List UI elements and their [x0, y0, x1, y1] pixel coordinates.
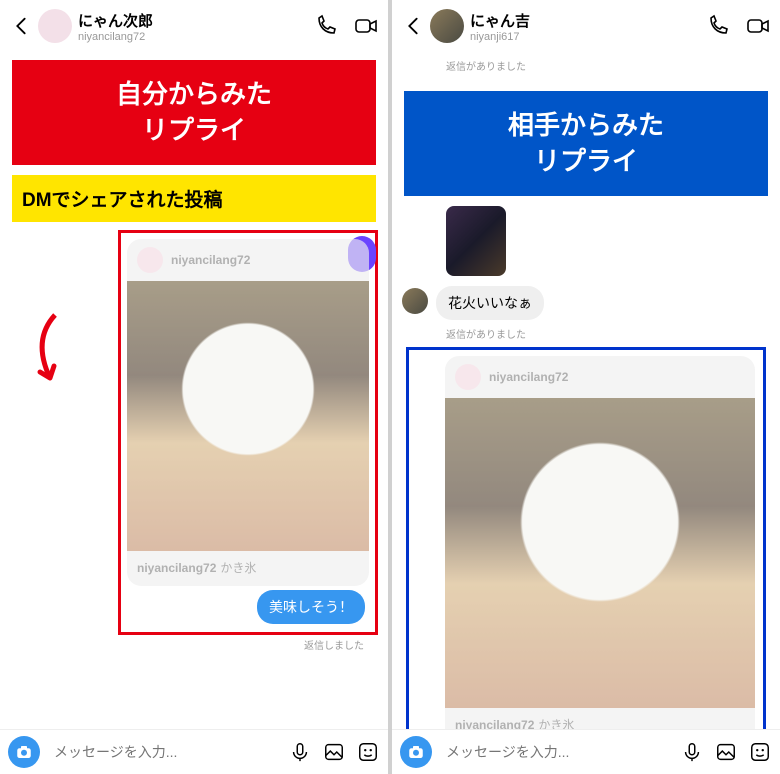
overlay-yellow: DMでシェアされた投稿	[12, 175, 376, 222]
msg-bubble-1-right[interactable]: 花火いいなぁ	[436, 286, 544, 320]
mic-icon[interactable]	[680, 740, 704, 764]
shared-post-right[interactable]: niyancilang72 niyancilang72 かき氷	[445, 356, 755, 729]
sticker-icon[interactable]	[356, 740, 380, 764]
chat-area-right: 返信がありました 相手からみた リプライ 花火いいなぁ 返信がありました niy…	[392, 52, 780, 729]
camera-button-left[interactable]	[8, 736, 40, 768]
blue-highlight-box: niyancilang72 niyancilang72かき氷 美味しそう！	[406, 347, 766, 729]
phone-icon[interactable]	[706, 14, 730, 38]
back-icon[interactable]	[10, 15, 32, 37]
avatar-right[interactable]	[430, 9, 464, 43]
red-highlight-box: niyancilang72 niyancilang72 かき氷 美味しそう！	[118, 230, 378, 635]
shared-post-caption-right: niyancilang72 かき氷	[445, 708, 755, 729]
input-icons-right	[680, 740, 772, 764]
video-icon[interactable]	[354, 14, 378, 38]
header-handle-right: niyanji617	[470, 31, 706, 43]
phone-icon[interactable]	[314, 14, 338, 38]
overlay-blue: 相手からみた リプライ	[404, 91, 768, 196]
header-icons-right	[706, 14, 770, 38]
reply-row-left: 美味しそう！	[123, 590, 365, 624]
chat-area-left: 自分からみた リプライ DMでシェアされた投稿 niyancilang72 ni…	[0, 52, 388, 729]
shared-post-handle-left: niyancilang72	[171, 253, 250, 267]
header-left: にゃん次郎 niyancilang72	[0, 0, 388, 52]
message-input-left[interactable]	[46, 738, 282, 766]
header-name-left: にゃん次郎	[78, 10, 314, 31]
status-top-right: 返信がありました	[446, 58, 770, 73]
phone-right: にゃん吉 niyanji617 返信がありました 相手からみた リプライ 花火い…	[392, 0, 780, 774]
header-name-right: にゃん吉	[470, 10, 706, 31]
caption-user-left: niyancilang72	[137, 561, 216, 575]
msg-avatar-1-right	[402, 288, 428, 314]
video-icon[interactable]	[746, 14, 770, 38]
shared-post-header-right: niyancilang72	[445, 356, 755, 398]
container: にゃん次郎 niyancilang72 自分からみた リプライ DMでシェアされ…	[0, 0, 780, 774]
mic-icon[interactable]	[288, 740, 312, 764]
message-input-right[interactable]	[438, 738, 674, 766]
shared-post-image-left	[127, 281, 369, 551]
input-icons-left	[288, 740, 380, 764]
input-bar-right	[392, 729, 780, 774]
status-mid-right: 返信がありました	[446, 326, 770, 341]
caption-user-right: niyancilang72	[455, 718, 534, 729]
image-icon[interactable]	[714, 740, 738, 764]
sticker-icon[interactable]	[748, 740, 772, 764]
back-icon[interactable]	[402, 15, 424, 37]
shared-post-caption-left: niyancilang72 かき氷	[127, 551, 369, 586]
shared-post-avatar-right	[455, 364, 481, 390]
shared-post-left[interactable]: niyancilang72 niyancilang72 かき氷	[127, 239, 369, 586]
header-text-left: にゃん次郎 niyancilang72	[78, 10, 314, 43]
header-right: にゃん吉 niyanji617	[392, 0, 780, 52]
overlay-red: 自分からみた リプライ	[12, 60, 376, 165]
reply-status-left: 返信しました	[10, 637, 364, 652]
avatar-left[interactable]	[38, 9, 72, 43]
msg-row-1-right: 花火いいなぁ	[402, 286, 770, 320]
header-handle-left: niyancilang72	[78, 31, 314, 43]
shared-post-image-right	[445, 398, 755, 708]
input-bar-left	[0, 729, 388, 774]
shared-post-header-left: niyancilang72	[127, 239, 369, 281]
shared-post-avatar-left	[137, 247, 163, 273]
camera-button-right[interactable]	[400, 736, 432, 768]
image-icon[interactable]	[322, 740, 346, 764]
header-text-right: にゃん吉 niyanji617	[470, 10, 706, 43]
phone-left: にゃん次郎 niyancilang72 自分からみた リプライ DMでシェアされ…	[0, 0, 388, 774]
thumb-fragment-right	[446, 206, 506, 276]
arrow-icon	[20, 310, 90, 390]
shared-post-handle-right: niyancilang72	[489, 370, 568, 384]
caption-text-left: かき氷	[220, 561, 256, 575]
header-icons-left	[314, 14, 378, 38]
reply-bubble-left[interactable]: 美味しそう！	[257, 590, 365, 624]
caption-text-right: かき氷	[538, 718, 574, 729]
